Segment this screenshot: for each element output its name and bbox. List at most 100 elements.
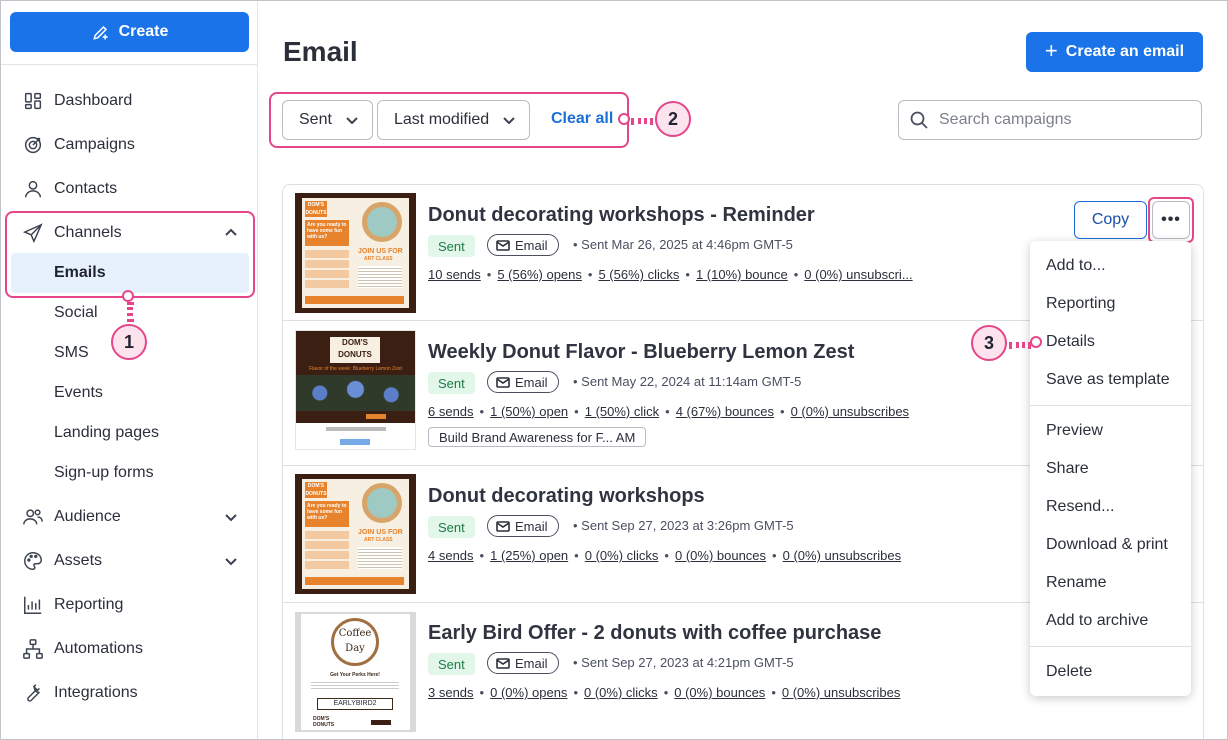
plus-icon: + <box>1044 38 1058 63</box>
sidebar-item-reporting[interactable]: Reporting <box>21 585 123 625</box>
stat-clicks[interactable]: 5 (56%) clicks <box>598 267 679 282</box>
thumbnail-text <box>358 266 402 288</box>
campaign-title[interactable]: Donut decorating workshops <box>428 485 705 508</box>
sidebar-item-label: Reporting <box>54 596 124 613</box>
thumbnail-block <box>305 541 349 549</box>
sidebar-item-social[interactable]: Social <box>54 293 98 333</box>
stat-sends[interactable]: 6 sends <box>428 404 474 419</box>
stat-unsubscribes[interactable]: 0 (0%) unsubscri... <box>804 267 912 282</box>
sidebar-item-integrations[interactable]: Integrations <box>21 673 138 713</box>
sidebar-item-label: Dashboard <box>54 92 133 109</box>
email-thumbnail[interactable]: DOM'S DONUTS Are you ready to have some … <box>295 474 416 594</box>
campaign-title[interactable]: Weekly Donut Flavor - Blueberry Lemon Ze… <box>428 341 854 364</box>
stat-opens[interactable]: 1 (50%) open <box>490 404 568 419</box>
callout-connector-3 <box>1009 342 1031 348</box>
callout-dot-1 <box>122 290 134 302</box>
status-badge: Sent <box>428 235 475 257</box>
thumbnail-headline: Are you ready to have some fun with us? <box>305 220 349 246</box>
page-title: Email <box>283 36 358 67</box>
brand-logo: DOM'S DONUTS <box>305 201 327 217</box>
callout-highlight-filters <box>269 92 629 148</box>
campaign-title[interactable]: Donut decorating workshops - Reminder <box>428 204 815 227</box>
create-email-label: Create an email <box>1065 43 1185 60</box>
stat-sends[interactable]: 4 sends <box>428 548 474 563</box>
menu-item-save-as-template[interactable]: Save as template <box>1046 371 1170 389</box>
thumbnail-block <box>305 260 349 268</box>
sidebar-item-label: Audience <box>54 508 121 525</box>
callout-dot-2 <box>618 113 630 125</box>
stat-clicks[interactable]: 1 (50%) click <box>585 404 659 419</box>
email-thumbnail[interactable]: DOM'S DONUTS Are you ready to have some … <box>295 193 416 313</box>
stat-bounces[interactable]: 0 (0%) bounces <box>674 685 765 700</box>
thumbnail-footer <box>305 577 404 585</box>
menu-item-reporting[interactable]: Reporting <box>1046 295 1115 313</box>
menu-item-delete[interactable]: Delete <box>1046 663 1092 681</box>
menu-item-rename[interactable]: Rename <box>1046 574 1106 592</box>
email-thumbnail[interactable]: Coffee Day Get Your Perks Here! EARLYBIR… <box>295 612 416 732</box>
thumbnail-headline: Flavor of the week: Blueberry Lemon Zest <box>309 366 402 372</box>
donut-image <box>362 202 402 242</box>
thumbnail-footer-logo <box>340 439 370 445</box>
stat-sends[interactable]: 10 sends <box>428 267 481 282</box>
sidebar-item-sms[interactable]: SMS <box>54 333 89 373</box>
thumbnail-headline: Get Your Perks Here! <box>330 672 380 678</box>
flow-icon <box>21 637 45 661</box>
stat-opens[interactable]: 5 (56%) opens <box>497 267 582 282</box>
stat-opens[interactable]: 0 (0%) opens <box>490 685 567 700</box>
chevron-down-icon[interactable] <box>221 497 241 537</box>
search-box[interactable] <box>898 100 1202 140</box>
type-badge: Email <box>487 234 559 256</box>
status-badge: Sent <box>428 653 475 675</box>
stat-unsubscribes[interactable]: 0 (0%) unsubscribes <box>782 685 901 700</box>
callout-highlight-more <box>1148 197 1194 243</box>
sent-timestamp: • Sent Sep 27, 2023 at 3:26pm GMT-5 <box>573 518 794 533</box>
type-label: Email <box>515 374 548 390</box>
stat-bounces[interactable]: 0 (0%) bounces <box>675 548 766 563</box>
envelope-icon <box>496 520 510 532</box>
menu-item-add-to-archive[interactable]: Add to archive <box>1046 612 1148 630</box>
create-email-button[interactable]: + Create an email <box>1026 32 1203 72</box>
callout-connector-2 <box>631 118 653 124</box>
donut-image <box>362 483 402 523</box>
dashboard-icon <box>21 89 45 113</box>
campaign-title[interactable]: Early Bird Offer - 2 donuts with coffee … <box>428 622 881 645</box>
sidebar-item-assets[interactable]: Assets <box>21 541 102 581</box>
stat-opens[interactable]: 1 (25%) open <box>490 548 568 563</box>
type-label: Email <box>515 655 548 671</box>
stat-clicks[interactable]: 0 (0%) clicks <box>585 548 659 563</box>
thumbnail-block <box>305 250 349 258</box>
menu-item-download-print[interactable]: Download & print <box>1046 536 1168 554</box>
sidebar-item-landing-pages[interactable]: Landing pages <box>54 413 159 453</box>
menu-item-share[interactable]: Share <box>1046 460 1089 478</box>
create-button[interactable]: Create <box>10 12 249 52</box>
menu-item-resend[interactable]: Resend... <box>1046 498 1114 516</box>
menu-item-details[interactable]: Details <box>1046 333 1095 351</box>
stat-clicks[interactable]: 0 (0%) clicks <box>584 685 658 700</box>
coupon-code: EARLYBIRD2 <box>317 698 393 710</box>
menu-item-add-to[interactable]: Add to... <box>1046 257 1106 275</box>
stat-bounces[interactable]: 1 (10%) bounce <box>696 267 788 282</box>
sidebar-item-dashboard[interactable]: Dashboard <box>21 81 132 121</box>
chevron-down-icon[interactable] <box>221 541 241 581</box>
sidebar-item-automations[interactable]: Automations <box>21 629 143 669</box>
sidebar-item-label: Campaigns <box>54 136 135 153</box>
sent-timestamp: • Sent Sep 27, 2023 at 4:21pm GMT-5 <box>573 655 794 670</box>
search-input[interactable] <box>939 111 1189 129</box>
person-icon <box>21 177 45 201</box>
sidebar-item-audience[interactable]: Audience <box>21 497 121 537</box>
callout-badge-1: 1 <box>111 324 147 360</box>
sidebar-item-campaigns[interactable]: Campaigns <box>21 125 135 165</box>
thumbnail-band <box>296 411 415 423</box>
stat-unsubscribes[interactable]: 0 (0%) unsubscribes <box>791 404 910 419</box>
stat-sends[interactable]: 3 sends <box>428 685 474 700</box>
campaign-tag[interactable]: Build Brand Awareness for F... AM <box>428 427 647 447</box>
menu-item-preview[interactable]: Preview <box>1046 422 1103 440</box>
thumbnail-block <box>305 551 349 559</box>
sidebar-item-contacts[interactable]: Contacts <box>21 169 117 209</box>
email-thumbnail[interactable]: DOM'S DONUTS Flavor of the week: Blueber… <box>295 330 416 450</box>
stat-unsubscribes[interactable]: 0 (0%) unsubscribes <box>783 548 902 563</box>
sidebar-item-events[interactable]: Events <box>54 373 103 413</box>
stat-bounces[interactable]: 4 (67%) bounces <box>676 404 774 419</box>
copy-button[interactable]: Copy <box>1074 201 1147 239</box>
sidebar-item-signup-forms[interactable]: Sign-up forms <box>54 453 154 493</box>
